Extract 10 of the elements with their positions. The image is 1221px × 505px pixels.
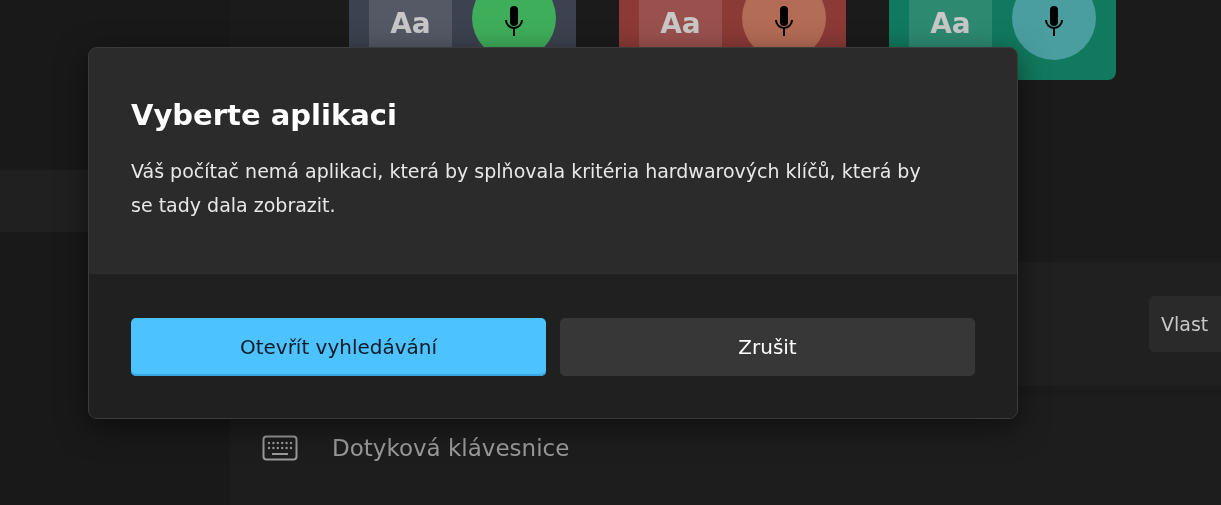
dialog-title: Vyberte aplikaci	[131, 98, 398, 132]
text-sample: Aa	[369, 0, 452, 47]
dialog-message: Váš počítač nemá aplikaci, která by splňovala kritéria hardwarových klíčů, která by se tady dala zobrazit.	[131, 159, 922, 218]
cancel-button[interactable]: Zrušit	[560, 318, 975, 376]
search-button[interactable]: Otevřít vyhledávání	[131, 318, 546, 376]
menu-item-label[interactable]: Dotyková klávesnice	[332, 434, 570, 461]
text-sample: Aa	[639, 0, 722, 47]
keyboard-icon	[262, 434, 298, 461]
settings-button[interactable]: Vlast	[1149, 296, 1221, 352]
text-sample: Aa	[909, 0, 992, 47]
